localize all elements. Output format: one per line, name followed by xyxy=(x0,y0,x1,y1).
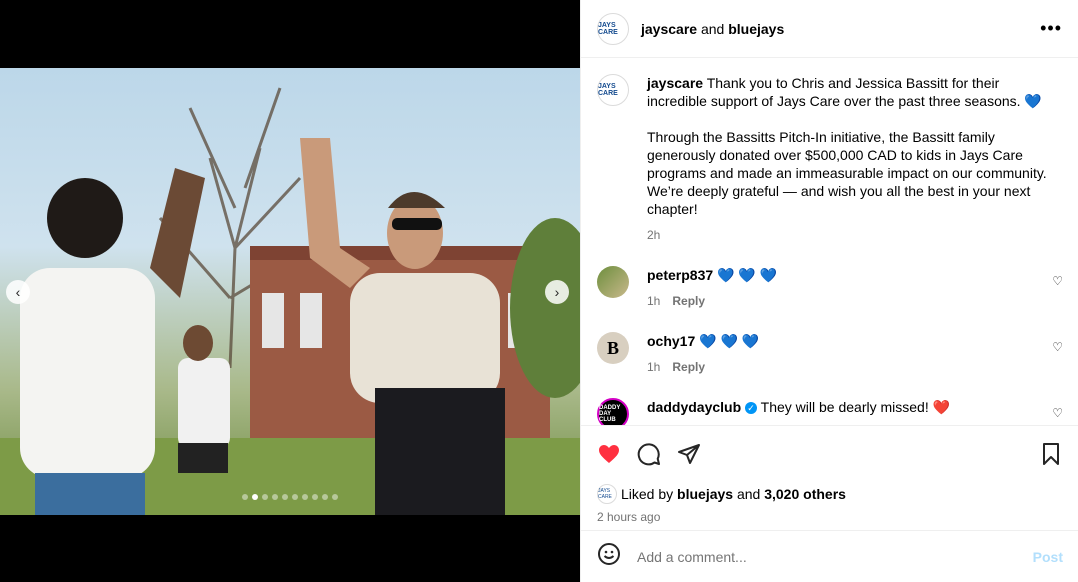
comment-text: They will be dearly missed! ❤️ xyxy=(760,399,951,415)
author-username[interactable]: jayscare xyxy=(641,21,697,37)
likes-and: and xyxy=(736,486,761,502)
like-button[interactable] xyxy=(597,442,621,466)
chevron-left-icon: ‹ xyxy=(15,284,21,300)
comment-text: 💙 💙 💙 xyxy=(717,267,778,283)
post-timestamp: 2 hours ago xyxy=(597,510,661,524)
heart-outline-icon: ♡ xyxy=(1052,406,1063,420)
comment-username[interactable]: daddydayclub xyxy=(647,399,741,415)
carousel-dot xyxy=(322,494,328,500)
author-joiner: and xyxy=(700,20,725,37)
caption-username[interactable]: jayscare xyxy=(647,75,703,91)
reply-button[interactable]: Reply xyxy=(672,294,705,308)
smiley-icon xyxy=(598,543,620,565)
carousel-next-button[interactable]: › xyxy=(545,280,569,304)
post-photo xyxy=(0,68,580,515)
carousel-dot xyxy=(282,494,288,500)
post-modal: ‹ › JAYS CARE jayscare and bluejays ••• … xyxy=(0,0,1078,582)
comment-bubble-icon xyxy=(637,443,660,466)
likes-count-link[interactable]: 3,020 others xyxy=(764,486,846,502)
emoji-button[interactable] xyxy=(597,542,621,571)
carousel-indicator xyxy=(0,494,580,500)
carousel-dot xyxy=(272,494,278,500)
comment-item: DADDY DAY CLUB daddydayclub ✓ They will … xyxy=(597,398,1063,425)
reply-button[interactable]: Reply xyxy=(672,360,705,374)
heart-outline-icon: ♡ xyxy=(1052,274,1063,288)
comment-text: 💙 💙 💙 xyxy=(699,333,760,349)
caption-text-2: Through the Bassitts Pitch-In initiative… xyxy=(647,129,1047,217)
comment-like-button[interactable]: ♡ xyxy=(1052,340,1063,354)
post-side-panel: JAYS CARE jayscare and bluejays ••• JAYS… xyxy=(580,0,1078,582)
comment-button[interactable] xyxy=(637,442,661,466)
media-area: ‹ › xyxy=(0,0,580,582)
comment-username[interactable]: ochy17 xyxy=(647,333,695,349)
comment-item: peterp837 💙 💙 💙 1h Reply ♡ xyxy=(597,266,1063,310)
bookmark-icon xyxy=(1043,443,1059,465)
post-header: JAYS CARE jayscare and bluejays ••• xyxy=(581,0,1078,58)
comments-list: JAYS CARE jayscare Thank you to Chris an… xyxy=(581,58,1078,425)
paper-plane-icon xyxy=(678,444,700,464)
carousel-prev-button[interactable]: ‹ xyxy=(6,280,30,304)
comment-like-button[interactable]: ♡ xyxy=(1052,406,1063,420)
caption-avatar[interactable]: JAYS CARE xyxy=(597,74,629,106)
save-button[interactable] xyxy=(1039,442,1063,466)
carousel-dot xyxy=(242,494,248,500)
post-comment-button[interactable]: Post xyxy=(1033,549,1063,565)
jayscare-avatar[interactable]: JAYS CARE xyxy=(597,12,629,45)
collaborator-username[interactable]: bluejays xyxy=(728,21,784,37)
carousel-dot xyxy=(302,494,308,500)
comment-time: 1h xyxy=(647,360,661,374)
caption-time: 2h xyxy=(647,228,661,242)
carousel-dot xyxy=(312,494,318,500)
carousel-dot xyxy=(292,494,298,500)
caption: JAYS CARE jayscare Thank you to Chris an… xyxy=(597,74,1063,244)
share-button[interactable] xyxy=(677,442,701,466)
verified-badge-icon: ✓ xyxy=(745,402,758,415)
likes-prefix: Liked by xyxy=(621,486,674,502)
more-options-button[interactable]: ••• xyxy=(1040,18,1062,39)
chevron-right-icon: › xyxy=(554,284,560,300)
caption-text-1: Thank you to Chris and Jessica Bassitt f… xyxy=(647,75,1042,109)
post-actions: JAYS CARE Liked by bluejays and 3,020 ot… xyxy=(581,425,1078,524)
comment-time: 1h xyxy=(647,294,661,308)
carousel-dot xyxy=(262,494,268,500)
heart-outline-icon: ♡ xyxy=(1052,340,1063,354)
heart-filled-icon xyxy=(599,445,619,463)
liker-username[interactable]: bluejays xyxy=(677,486,733,502)
carousel-dot xyxy=(332,494,338,500)
comment-input[interactable] xyxy=(635,547,1033,566)
comment-item: B ochy17 💙 💙 💙 1h Reply ♡ xyxy=(597,332,1063,376)
daddydayclub-avatar[interactable]: DADDY DAY CLUB xyxy=(597,398,629,425)
peterp837-avatar[interactable] xyxy=(597,266,629,298)
comment-like-button[interactable]: ♡ xyxy=(1052,274,1063,288)
add-comment-bar: Post xyxy=(581,530,1078,582)
liker-avatar[interactable]: JAYS CARE xyxy=(597,484,617,504)
ochy17-avatar[interactable]: B xyxy=(597,332,629,364)
more-horizontal-icon: ••• xyxy=(1040,18,1062,38)
likes-summary: JAYS CARE Liked by bluejays and 3,020 ot… xyxy=(597,484,1063,504)
comment-username[interactable]: peterp837 xyxy=(647,267,713,283)
post-authors: jayscare and bluejays xyxy=(641,21,784,37)
carousel-dot xyxy=(252,494,258,500)
